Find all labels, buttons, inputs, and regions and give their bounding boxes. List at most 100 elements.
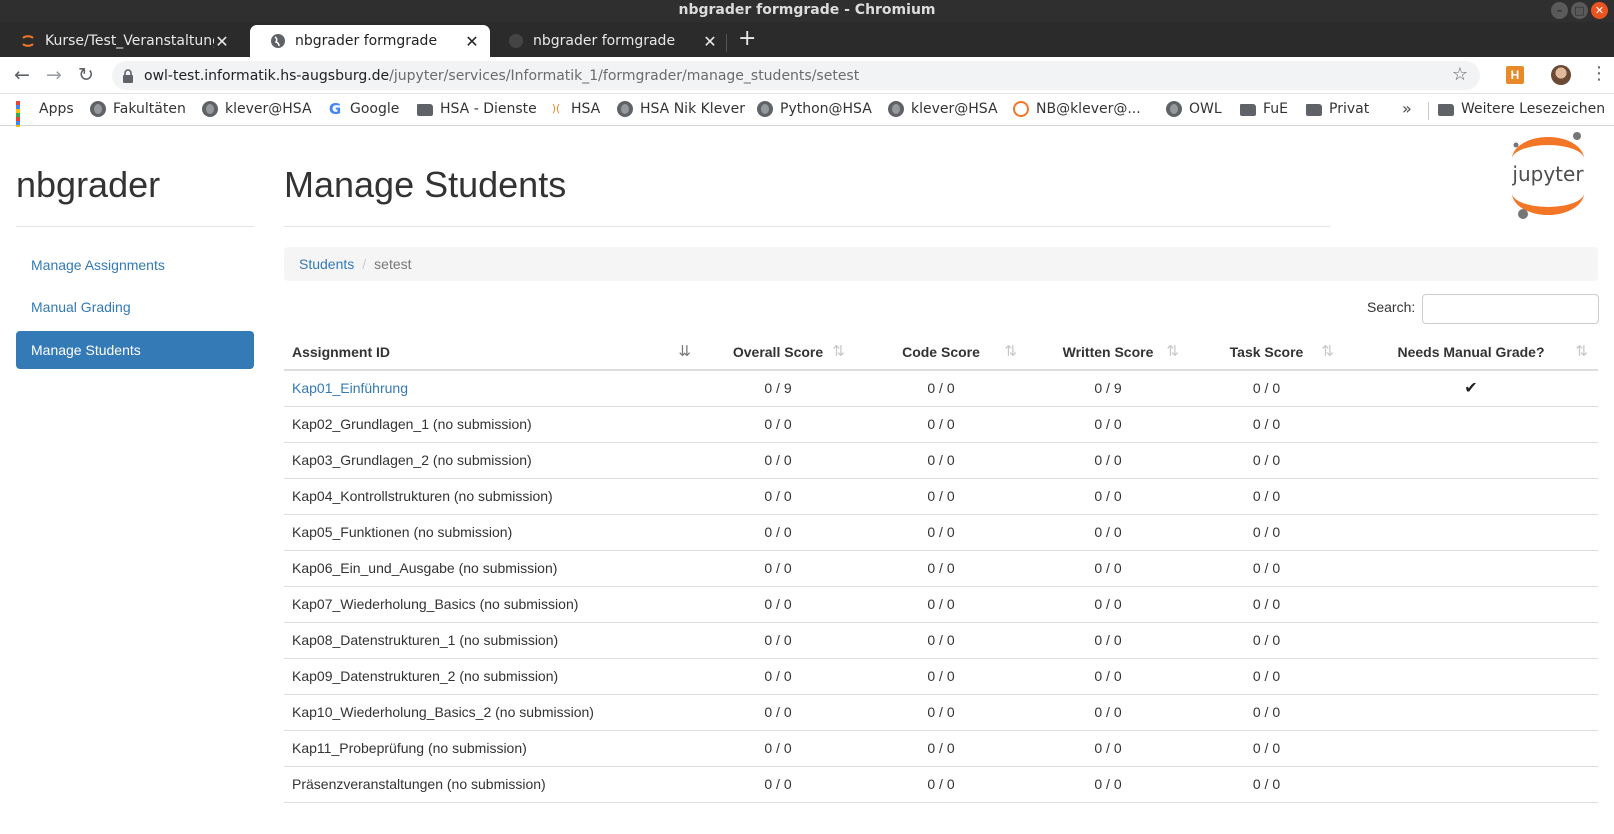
title-divider: [284, 226, 1330, 227]
new-tab-button[interactable]: +: [738, 28, 756, 50]
forward-button[interactable]: →: [42, 63, 66, 87]
written-score-cell: 0 / 9: [1094, 380, 1122, 396]
more-bookmarks-button[interactable]: »: [1402, 99, 1412, 118]
breadcrumb-current: setest: [374, 256, 412, 272]
bookmark-hsa[interactable]: )( HSA: [548, 101, 601, 117]
tab-close-icon[interactable]: ✕: [464, 32, 480, 51]
globe-icon: [509, 34, 523, 48]
breadcrumb-students-link[interactable]: Students: [299, 256, 354, 272]
overall-score-cell: 0 / 0: [764, 596, 792, 612]
search-input[interactable]: [1422, 294, 1599, 324]
column-header-task-score[interactable]: Task Score ⇅: [1189, 333, 1344, 369]
column-header-overall-score[interactable]: Overall Score ⇅: [701, 333, 855, 369]
sidebar-item-manage-students[interactable]: Manage Students: [16, 331, 254, 369]
column-header-assignment-id[interactable]: Assignment ID ⇊: [284, 333, 701, 369]
submission-note: (no submission): [446, 776, 546, 792]
manual-grade-cell: [1344, 479, 1598, 514]
task-score-cell: 0 / 0: [1252, 416, 1281, 432]
written-score-cell: 0 / 0: [1094, 416, 1122, 432]
tab-kurse[interactable]: Kurse/Test_Veranstaltung ✕: [0, 25, 240, 57]
manual-grade-cell: [1344, 767, 1598, 802]
extension-icon[interactable]: H: [1506, 66, 1524, 84]
tab-close-icon[interactable]: ✕: [214, 32, 230, 51]
bookmark-star-icon[interactable]: ☆: [1452, 64, 1468, 85]
window-controls: – □ ✕: [1551, 2, 1608, 19]
submission-note: (no submission): [432, 416, 532, 432]
sidebar-item-manage-assignments[interactable]: Manage Assignments: [16, 246, 254, 284]
submission-note: (no submission): [459, 668, 559, 684]
overall-score-cell: 0 / 9: [764, 380, 792, 396]
column-header-code-score[interactable]: Code Score ⇅: [855, 333, 1027, 369]
bookmark-weitere-lesezeichen[interactable]: Weitere Lesezeichen: [1438, 101, 1605, 117]
bookmark-label: OWL: [1189, 101, 1222, 117]
task-score-cell: 0 / 0: [1252, 380, 1281, 396]
bookmark-fakultaeten[interactable]: Fakultäten: [90, 101, 186, 117]
manual-grade-cell: [1344, 551, 1598, 586]
table-row: Kap06_Ein_und_Ausgabe (no submission) 0 …: [284, 551, 1598, 587]
written-score-cell: 0 / 0: [1094, 560, 1122, 576]
bookmark-python-hsa[interactable]: Python@HSA: [757, 101, 872, 117]
reload-button[interactable]: ↻: [74, 63, 98, 87]
bookmark-google[interactable]: G Google: [327, 101, 400, 117]
tab-formgrade-active[interactable]: nbgrader formgrade ✕: [250, 25, 490, 57]
table-header: Assignment ID ⇊ Overall Score ⇅ Code Sco…: [284, 333, 1598, 371]
url-host: owl-test.informatik.hs-augsburg.de: [144, 67, 390, 84]
maximize-button[interactable]: □: [1571, 2, 1588, 19]
tab-title: nbgrader formgrade: [295, 33, 438, 49]
bookmark-klever-hsa[interactable]: klever@HSA: [202, 101, 312, 117]
address-bar[interactable]: owl-test.informatik.hs-augsburg.de/jupyt…: [112, 61, 1480, 90]
bookmark-apps[interactable]: Apps: [16, 101, 74, 137]
submission-note: (no submission): [413, 524, 513, 540]
assignment-cell: Kap11_Probeprüfung (no submission): [284, 731, 701, 766]
browser-menu-icon[interactable]: ⋮: [1590, 63, 1608, 85]
column-header-written-score[interactable]: Written Score ⇅: [1027, 333, 1189, 369]
bookmark-privat[interactable]: Privat: [1306, 101, 1369, 117]
assignment-id: Kap09_Datenstrukturen_2: [292, 668, 456, 684]
sidebar-item-manual-grading[interactable]: Manual Grading: [16, 288, 254, 326]
tab-separator: [726, 34, 727, 52]
checkmark-icon: ✔: [1464, 380, 1478, 397]
sort-icon: ⇅: [1004, 343, 1017, 360]
profile-avatar[interactable]: [1551, 65, 1571, 85]
manual-grade-cell: [1344, 695, 1598, 730]
back-button[interactable]: ←: [10, 63, 34, 87]
bookmark-nb-klever[interactable]: NB@klever@...: [1013, 101, 1141, 117]
column-label: Written Score: [1062, 344, 1154, 360]
folder-icon: [1240, 104, 1256, 116]
submission-note: (no submission): [427, 740, 527, 756]
assignment-link[interactable]: Kap01_Einführung: [292, 380, 408, 396]
bookmark-klever-hsa-2[interactable]: klever@HSA: [888, 101, 998, 117]
folder-icon: [417, 104, 433, 116]
table-row: Kap07_Wiederholung_Basics (no submission…: [284, 587, 1598, 623]
bookmarks-bar: Apps Fakultäten klever@HSA G Google HSA …: [0, 94, 1614, 137]
jupyter-icon: [22, 35, 34, 47]
task-score-cell: 0 / 0: [1252, 524, 1281, 540]
assignment-id: Kap03_Grundlagen_2: [292, 452, 430, 468]
browser-toolbar: ← → ↻ owl-test.informatik.hs-augsburg.de…: [0, 57, 1614, 94]
bookmark-hsa-nik-klever[interactable]: HSA Nik Klever: [617, 101, 745, 117]
written-score-cell: 0 / 0: [1094, 488, 1122, 504]
column-header-needs-manual-grade[interactable]: Needs Manual Grade? ⇅: [1344, 333, 1598, 369]
globe-icon: [757, 101, 773, 117]
assignment-cell: Kap02_Grundlagen_1 (no submission): [284, 407, 701, 442]
bookmark-hsa-dienste[interactable]: HSA - Dienste: [417, 101, 537, 117]
column-label: Assignment ID: [292, 344, 391, 360]
assignment-id: Präsenzveranstaltungen: [292, 776, 443, 792]
written-score-cell: 0 / 0: [1094, 740, 1122, 756]
code-score-cell: 0 / 0: [927, 488, 955, 504]
tab-close-icon[interactable]: ✕: [702, 32, 718, 51]
assignment-id: Kap06_Ein_und_Ausgabe: [292, 560, 455, 576]
breadcrumb-separator: /: [362, 256, 367, 272]
assignment-id: Kap08_Datenstrukturen_1: [292, 632, 456, 648]
code-score-cell: 0 / 0: [927, 776, 955, 792]
bookmark-label: Google: [350, 101, 400, 117]
close-window-button[interactable]: ✕: [1591, 2, 1608, 19]
tab-formgrade[interactable]: nbgrader formgrade ✕: [488, 25, 728, 57]
bookmark-owl[interactable]: OWL: [1166, 101, 1222, 117]
sort-icon: ⇅: [1321, 343, 1334, 360]
task-score-cell: 0 / 0: [1252, 632, 1281, 648]
minimize-button[interactable]: –: [1551, 2, 1568, 19]
manual-grade-cell: [1344, 659, 1598, 694]
bookmark-fue[interactable]: FuE: [1240, 101, 1288, 117]
bookmark-label: NB@klever@...: [1036, 101, 1141, 117]
